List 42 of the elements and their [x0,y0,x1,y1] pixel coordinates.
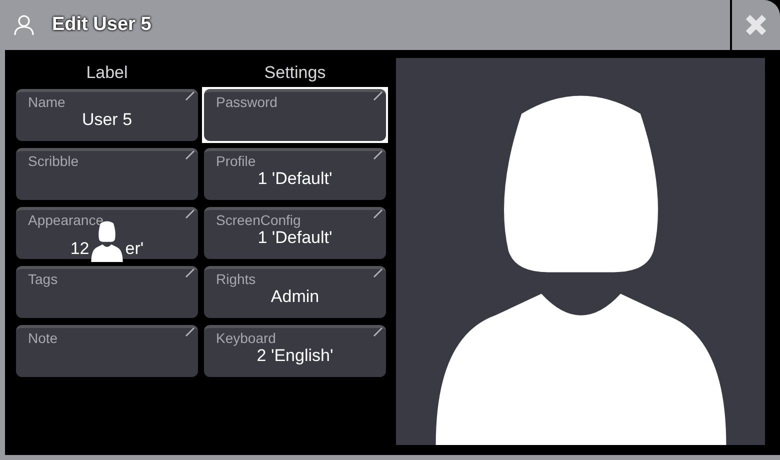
field-button[interactable]: Tags [14,264,200,320]
corner-mark-icon [373,91,383,101]
field-label: Rights [216,271,256,287]
field-label: Keyboard [216,330,276,346]
corner-mark-icon [185,268,195,278]
field-label: Scribble [28,153,79,169]
close-icon [744,13,768,37]
field-value: er' [125,238,144,260]
window-title: Edit User 5 [52,12,152,37]
field-label: Name [28,94,66,110]
column-heading: Label [85,62,129,84]
field-label: Appearance [28,212,104,228]
field-button[interactable]: Profile 1 'Default' [202,146,388,202]
field-button[interactable]: ScreenConfig 1 'Default' [202,205,388,261]
field-value: 12 [70,238,90,260]
corner-mark-icon [185,91,195,101]
column-heading: Settings [263,62,327,84]
user-icon [12,13,36,37]
field-button[interactable]: Keyboard 2 'English' [202,323,388,379]
corner-mark-icon [373,150,383,160]
field-button[interactable]: Rights Admin [202,264,388,320]
field-value: 1 'Default' [258,228,332,248]
field-button[interactable]: Scribble [14,146,200,202]
field-label: ScreenConfig [216,212,301,228]
field-label: Password [216,94,278,110]
field-label: Note [28,330,58,346]
field-button[interactable]: Name User 5 [14,87,200,143]
corner-mark-icon [185,150,195,160]
field-value: User 5 [82,110,132,130]
field-value: Admin [270,287,320,307]
field-button[interactable]: Appearance 12 er' [14,205,200,261]
field-value: 2 'English' [256,346,334,366]
field-button[interactable]: Password [202,87,388,143]
corner-mark-icon [185,209,195,219]
corner-mark-icon [373,268,383,278]
corner-mark-icon [373,327,383,337]
corner-mark-icon [185,327,195,337]
field-label: Tags [28,271,58,287]
field-value: 1 'Default' [258,169,332,189]
field-label: Profile [216,153,256,169]
field-button[interactable]: Note [14,323,200,379]
corner-mark-icon [373,209,383,219]
